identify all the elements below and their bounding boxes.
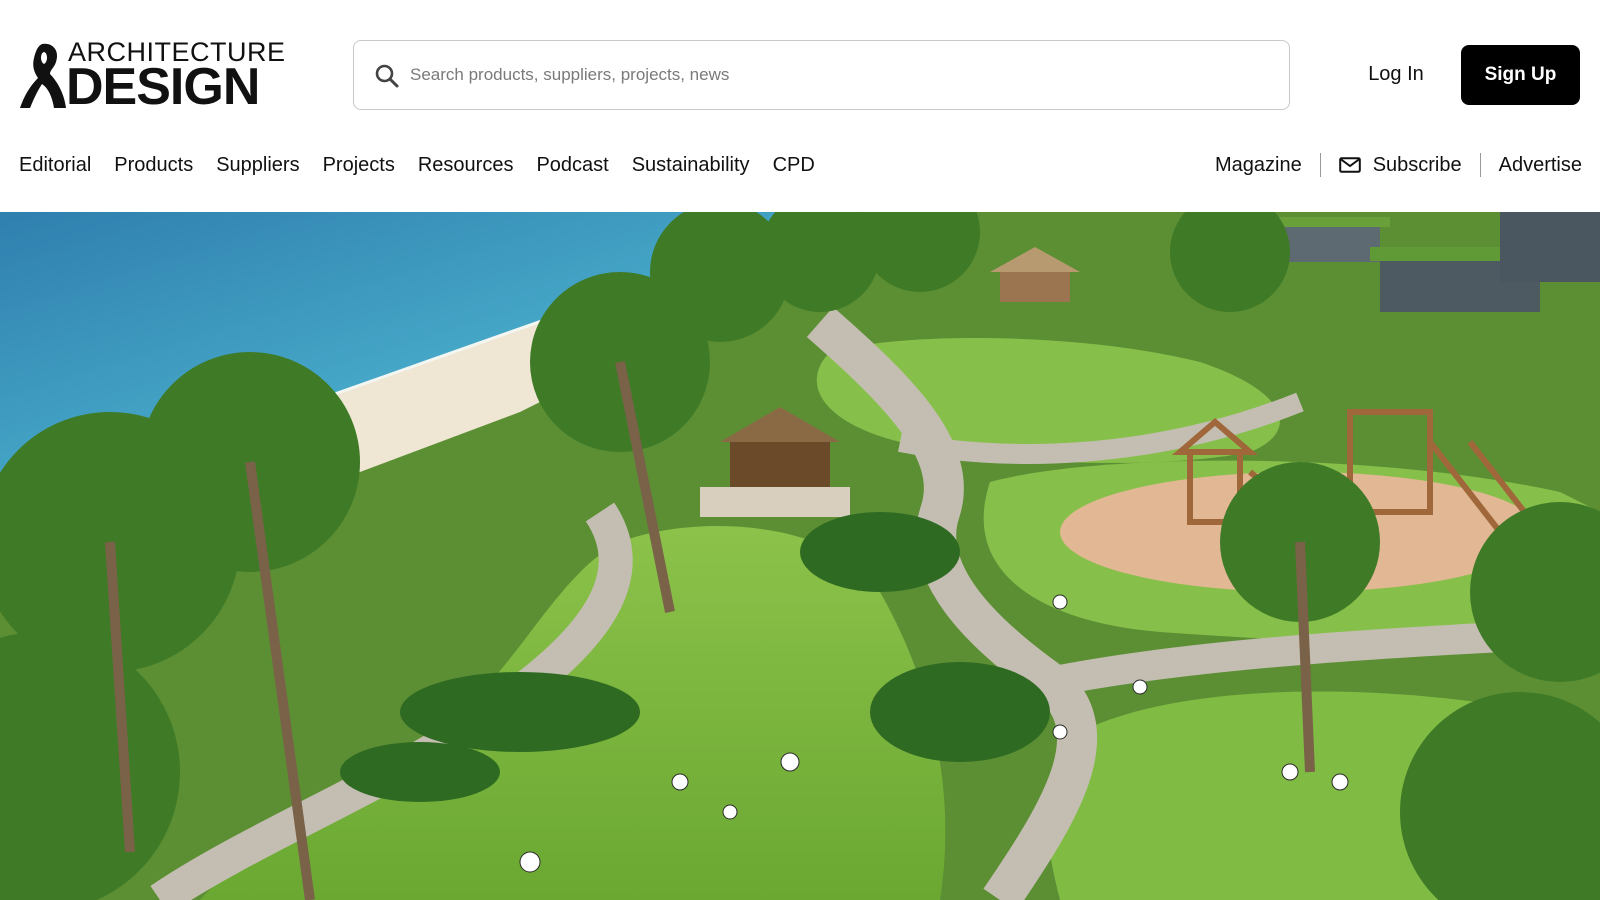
nav-item-suppliers[interactable]: Suppliers (216, 150, 299, 180)
logo-mark-icon (20, 43, 66, 109)
nav-divider (1479, 153, 1481, 177)
nav-item-cpd[interactable]: CPD (773, 150, 815, 180)
nav-item-resources[interactable]: Resources (418, 150, 514, 180)
nav-item-products[interactable]: Products (114, 150, 193, 180)
search-icon (375, 64, 399, 88)
nav-item-editorial[interactable]: Editorial (19, 150, 91, 180)
nav-item-sustainability[interactable]: Sustainability (632, 150, 750, 180)
nav-divider (1319, 153, 1321, 177)
site-header: ARCHITECTURE DESIGN Log In Sign Up Edito… (0, 0, 1600, 212)
nav-item-podcast[interactable]: Podcast (536, 150, 608, 180)
subscribe-link[interactable]: Subscribe (1338, 150, 1462, 180)
subscribe-label: Subscribe (1372, 154, 1462, 176)
hero-image[interactable] (0, 212, 1600, 900)
hero-illustration (0, 212, 1600, 900)
logo-line-2: DESIGN (66, 58, 260, 116)
login-button[interactable]: Log In (1338, 54, 1454, 94)
search-bar[interactable] (353, 40, 1290, 110)
mail-icon (1338, 157, 1361, 173)
nav-item-projects[interactable]: Projects (323, 150, 395, 180)
signup-button[interactable]: Sign Up (1461, 45, 1580, 105)
primary-nav: Editorial Products Suppliers Projects Re… (19, 150, 815, 180)
nav-item-magazine[interactable]: Magazine (1215, 150, 1302, 180)
secondary-nav: Magazine Subscribe Advertise (1215, 150, 1582, 180)
search-input[interactable] (410, 55, 1270, 95)
site-logo[interactable]: ARCHITECTURE DESIGN (20, 38, 288, 116)
nav-item-advertise[interactable]: Advertise (1499, 150, 1582, 180)
